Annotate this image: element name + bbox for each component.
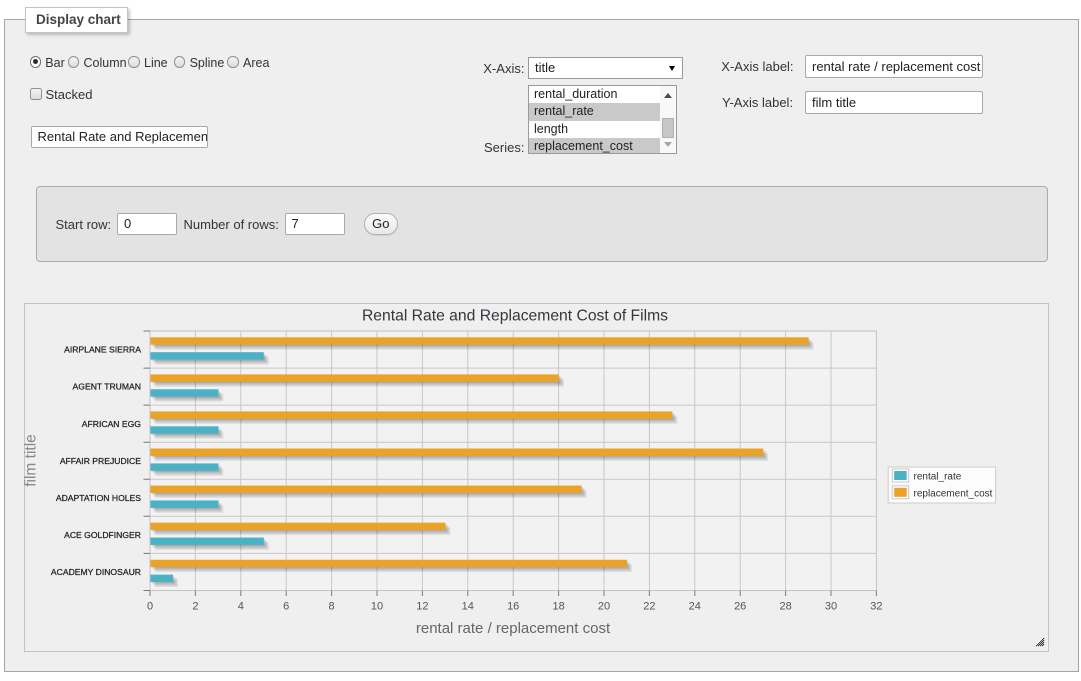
svg-text:AFFAIR PREJUDICE: AFFAIR PREJUDICE — [60, 456, 141, 466]
svg-text:28: 28 — [779, 601, 791, 613]
svg-text:8: 8 — [329, 601, 335, 613]
svg-text:32: 32 — [870, 601, 882, 613]
svg-text:Rental Rate and Replacement Co: Rental Rate and Replacement Cost of Film… — [362, 308, 668, 325]
svg-text:4: 4 — [238, 601, 244, 613]
svg-text:ACADEMY DINOSAUR: ACADEMY DINOSAUR — [51, 567, 141, 577]
svg-text:16: 16 — [507, 601, 519, 613]
svg-text:10: 10 — [371, 601, 383, 613]
svg-text:rental_rate: rental_rate — [914, 472, 962, 483]
svg-text:AGENT TRUMAN: AGENT TRUMAN — [73, 382, 141, 392]
svg-text:2: 2 — [192, 601, 198, 613]
svg-text:12: 12 — [416, 601, 428, 613]
svg-text:ADAPTATION HOLES: ADAPTATION HOLES — [56, 493, 141, 503]
svg-text:film title: film title — [24, 434, 40, 487]
svg-text:26: 26 — [734, 601, 746, 613]
svg-text:6: 6 — [283, 601, 289, 613]
svg-text:30: 30 — [825, 601, 837, 613]
svg-text:14: 14 — [462, 601, 474, 613]
svg-text:24: 24 — [689, 601, 701, 613]
svg-text:replacement_cost: replacement_cost — [914, 488, 993, 499]
svg-text:22: 22 — [643, 601, 655, 613]
svg-text:AFRICAN EGG: AFRICAN EGG — [82, 419, 142, 429]
svg-text:20: 20 — [598, 601, 610, 613]
svg-text:18: 18 — [552, 601, 564, 613]
svg-text:AIRPLANE SIERRA: AIRPLANE SIERRA — [64, 345, 141, 355]
svg-text:0: 0 — [147, 601, 153, 613]
svg-text:rental rate / replacement cost: rental rate / replacement cost — [416, 620, 611, 637]
svg-text:ACE GOLDFINGER: ACE GOLDFINGER — [64, 530, 141, 540]
